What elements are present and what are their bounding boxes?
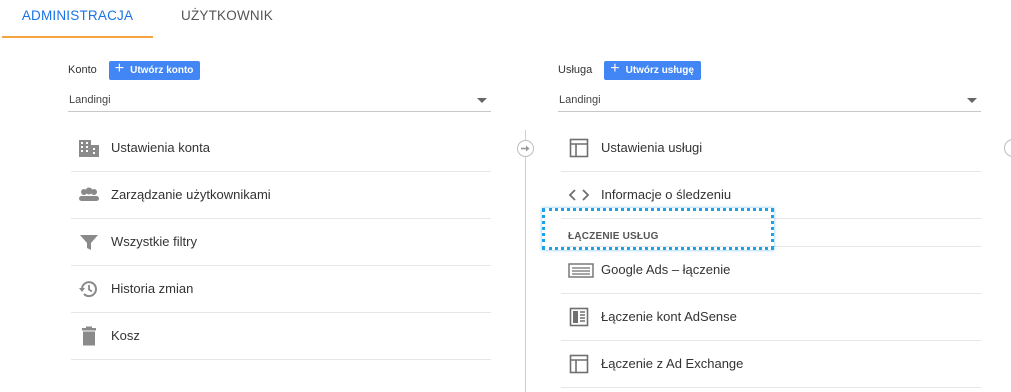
next-column-circle bbox=[1004, 139, 1011, 157]
tab-uzytkownik[interactable]: UŻYTKOWNIK bbox=[160, 0, 294, 38]
arrow-right-icon bbox=[517, 140, 534, 157]
menu-item-label: Historia zmian bbox=[111, 281, 194, 296]
section-header: ŁĄCZENIE USŁUG bbox=[561, 219, 981, 247]
menu-item-label: Google Ads – łączenie bbox=[601, 262, 731, 277]
tab-administracja[interactable]: ADMINISTRACJA bbox=[2, 0, 153, 38]
menu-item-user-management[interactable]: Zarządzanie użytkownikami bbox=[71, 172, 491, 219]
admin-panel: Konto + Utwórz konto Landingi Ustawienia… bbox=[0, 38, 1011, 392]
property-header: Usługa + Utwórz usługę bbox=[558, 60, 701, 80]
menu-item-adsense-linking[interactable]: Łączenie kont AdSense bbox=[561, 294, 981, 341]
account-label: Konto bbox=[68, 64, 97, 76]
column-divider bbox=[525, 130, 526, 392]
menu-item-change-history[interactable]: Historia zmian bbox=[71, 266, 491, 313]
menu-item-account-settings[interactable]: Ustawienia konta bbox=[71, 125, 491, 172]
section-label: ŁĄCZENIE USŁUG bbox=[568, 231, 659, 242]
layout-icon bbox=[568, 137, 590, 159]
ads-icon bbox=[568, 259, 594, 281]
trash-icon bbox=[78, 325, 100, 347]
account-menu: Ustawienia konta Zarządzanie użytkownika… bbox=[71, 125, 491, 360]
chevron-down-icon bbox=[967, 98, 977, 103]
menu-item-label: Kosz bbox=[111, 328, 140, 343]
menu-item-label: Ustawienia usługi bbox=[601, 140, 703, 155]
plus-icon: + bbox=[114, 60, 125, 77]
menu-item-all-filters[interactable]: Wszystkie filtry bbox=[71, 219, 491, 266]
menu-item-label: Zarządzanie użytkownikami bbox=[111, 187, 271, 202]
property-select[interactable]: Landingi bbox=[558, 90, 981, 112]
property-select-value: Landingi bbox=[559, 94, 601, 106]
account-select[interactable]: Landingi bbox=[68, 90, 491, 112]
building-icon bbox=[78, 137, 100, 159]
people-icon bbox=[78, 184, 100, 206]
property-menu: Ustawienia usługi Informacje o śledzeniu… bbox=[561, 125, 981, 388]
menu-item-property-settings[interactable]: Ustawienia usługi bbox=[561, 125, 981, 172]
code-icon bbox=[568, 184, 590, 206]
menu-item-tracking-info[interactable]: Informacje o śledzeniu bbox=[561, 172, 981, 219]
layout-icon bbox=[568, 353, 590, 375]
menu-item-ad-exchange-linking[interactable]: Łączenie z Ad Exchange bbox=[561, 341, 981, 388]
menu-item-label: Łączenie kont AdSense bbox=[601, 309, 737, 324]
tab-bar: ADMINISTRACJA UŻYTKOWNIK bbox=[0, 0, 1011, 38]
menu-item-label: Ustawienia konta bbox=[111, 140, 210, 155]
history-icon bbox=[78, 278, 100, 300]
create-property-label: Utwórz usługę bbox=[625, 64, 694, 76]
filter-icon bbox=[78, 231, 100, 253]
property-label: Usługa bbox=[558, 64, 593, 76]
create-property-button[interactable]: + Utwórz usługę bbox=[604, 60, 701, 80]
menu-item-label: Wszystkie filtry bbox=[111, 234, 197, 249]
create-account-button[interactable]: + Utwórz konto bbox=[108, 60, 201, 80]
menu-item-label: Łączenie z Ad Exchange bbox=[601, 356, 744, 371]
adsense-icon bbox=[568, 306, 590, 328]
account-header: Konto + Utwórz konto bbox=[68, 60, 201, 80]
menu-item-trash[interactable]: Kosz bbox=[71, 313, 491, 360]
menu-item-google-ads-linking[interactable]: Google Ads – łączenie bbox=[561, 247, 981, 294]
menu-item-label: Informacje o śledzeniu bbox=[601, 187, 732, 202]
account-select-value: Landingi bbox=[69, 94, 111, 106]
plus-icon: + bbox=[610, 60, 620, 77]
chevron-down-icon bbox=[477, 98, 487, 103]
create-account-label: Utwórz konto bbox=[130, 64, 194, 76]
